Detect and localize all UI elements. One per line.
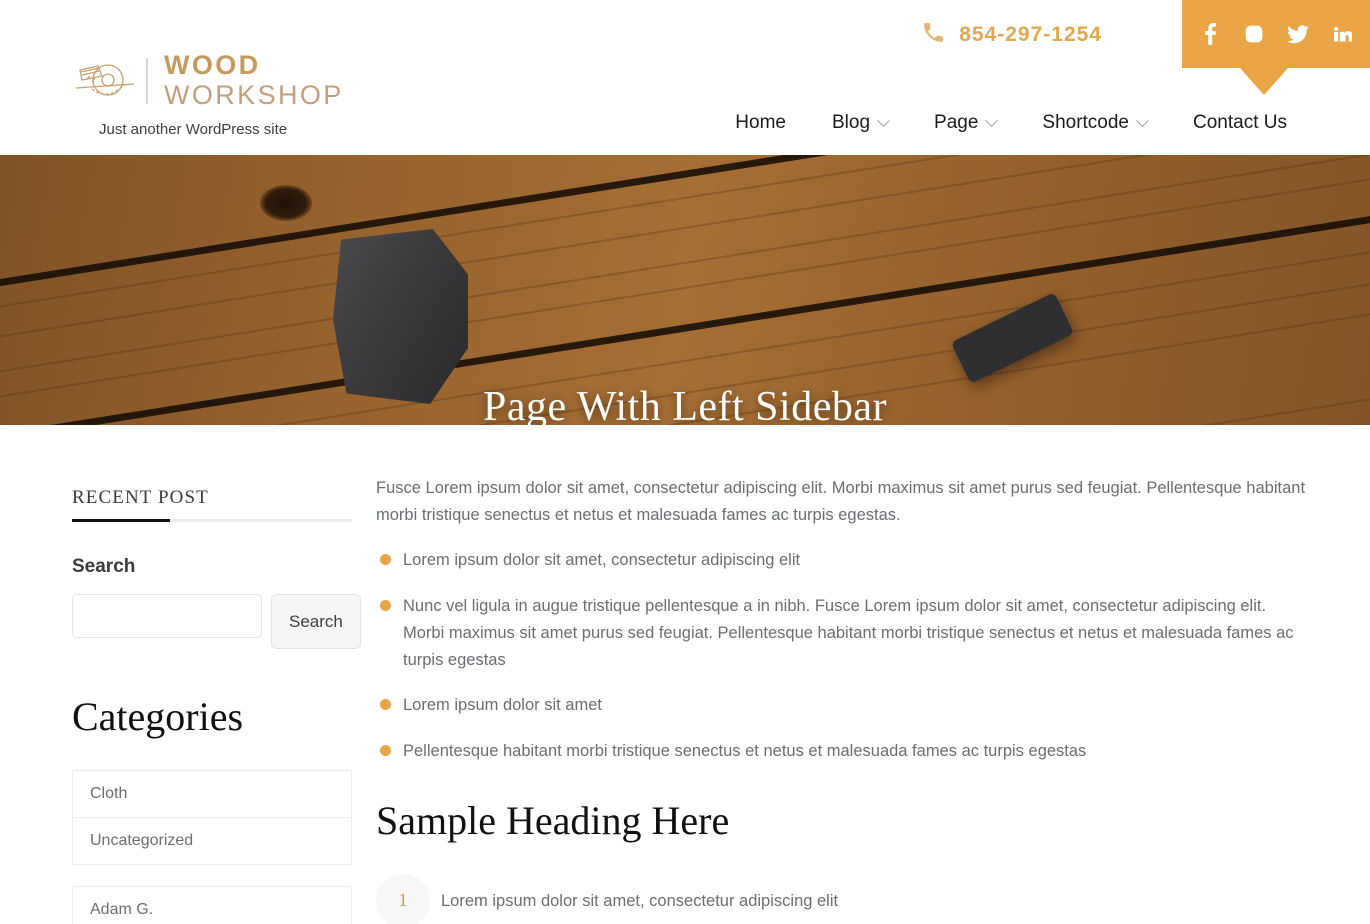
social-bar-pointer: [1240, 68, 1288, 95]
twitter-icon[interactable]: [1287, 23, 1309, 45]
numbered-list: 1 Lorem ipsum dolor sit amet, consectetu…: [376, 873, 1310, 924]
list-item[interactable]: Cloth: [73, 771, 351, 818]
chevron-down-icon: [1136, 113, 1149, 127]
nav-label: Blog: [831, 112, 871, 133]
list-item: Pellentesque habitant morbi tristique se…: [376, 738, 1310, 765]
chevron-down-icon: [877, 113, 890, 127]
phone-number[interactable]: 854-297-1254: [959, 23, 1102, 47]
page-content: RECENT POST Search Search Categories Clo…: [0, 425, 1370, 924]
site-tagline: Just another WordPress site: [99, 121, 288, 138]
header-phone[interactable]: 854-297-1254: [921, 20, 1102, 50]
left-sidebar: RECENT POST Search Search Categories Clo…: [72, 425, 361, 924]
linkedin-icon[interactable]: [1331, 23, 1353, 45]
page-title: Page With Left Sidebar: [483, 384, 887, 425]
categories-title: Categories: [72, 694, 244, 739]
recent-post-widget-title: RECENT POST: [72, 487, 209, 508]
nav-item-shortcode[interactable]: Shortcode: [1019, 112, 1170, 134]
list-item: 1 Lorem ipsum dolor sit amet, consectetu…: [376, 873, 1310, 924]
widget-title-underline: [72, 519, 352, 522]
list-number-badge: 1: [376, 873, 430, 924]
section-heading: Sample Heading Here: [376, 797, 730, 843]
list-item: Lorem ipsum dolor sit amet: [376, 692, 1310, 719]
instagram-icon[interactable]: [1243, 23, 1265, 45]
hero-banner: Page With Left Sidebar Home›Page With Le…: [0, 155, 1370, 425]
search-widget-label: Search: [72, 556, 136, 577]
nav-item-page[interactable]: Page: [911, 112, 1019, 134]
chevron-down-icon: [985, 113, 999, 127]
list-item: Lorem ipsum dolor sit amet, consectetur …: [376, 547, 1310, 574]
social-links-bar: [1182, 0, 1370, 68]
search-button[interactable]: Search: [271, 594, 361, 649]
nav-label: Home: [735, 112, 786, 133]
facebook-icon[interactable]: [1199, 23, 1221, 45]
categories-list: Cloth Uncategorized: [72, 770, 352, 865]
bullet-list: Lorem ipsum dolor sit amet, consectetur …: [376, 547, 1310, 764]
nav-label: Shortcode: [1042, 112, 1130, 133]
nav-label: Page: [934, 112, 979, 133]
nav-item-home[interactable]: Home: [712, 112, 809, 134]
main-content: Fusce Lorem ipsum dolor sit amet, consec…: [352, 425, 1310, 924]
logo-divider: [146, 57, 148, 104]
circular-saw-icon: [72, 58, 140, 104]
phone-icon: [921, 20, 946, 50]
axe-head: [333, 229, 468, 404]
nav-label: Contact Us: [1193, 112, 1287, 133]
list-item[interactable]: Adam G.: [73, 887, 351, 924]
list-item[interactable]: Uncategorized: [73, 818, 351, 864]
search-form: Search: [72, 594, 361, 649]
nav-item-blog[interactable]: Blog: [809, 112, 911, 134]
main-navigation: Home Blog Page Shortcode Contact Us: [712, 112, 1310, 134]
authors-list: Adam G. Lucy J.: [72, 886, 352, 924]
intro-paragraph: Fusce Lorem ipsum dolor sit amet, consec…: [376, 479, 1306, 524]
list-item: Nunc vel ligula in augue tristique pelle…: [376, 593, 1310, 673]
logo-text-line1: WOOD: [164, 50, 261, 80]
site-header: WOOD WORKSHOP Just another WordPress sit…: [0, 0, 1370, 155]
search-input[interactable]: [72, 594, 262, 638]
site-logo[interactable]: WOOD WORKSHOP: [72, 52, 344, 109]
logo-text-line2: WORKSHOP: [164, 80, 344, 110]
nav-item-contact-us[interactable]: Contact Us: [1170, 112, 1310, 134]
list-item-text: Lorem ipsum dolor sit amet, consectetur …: [441, 891, 839, 910]
